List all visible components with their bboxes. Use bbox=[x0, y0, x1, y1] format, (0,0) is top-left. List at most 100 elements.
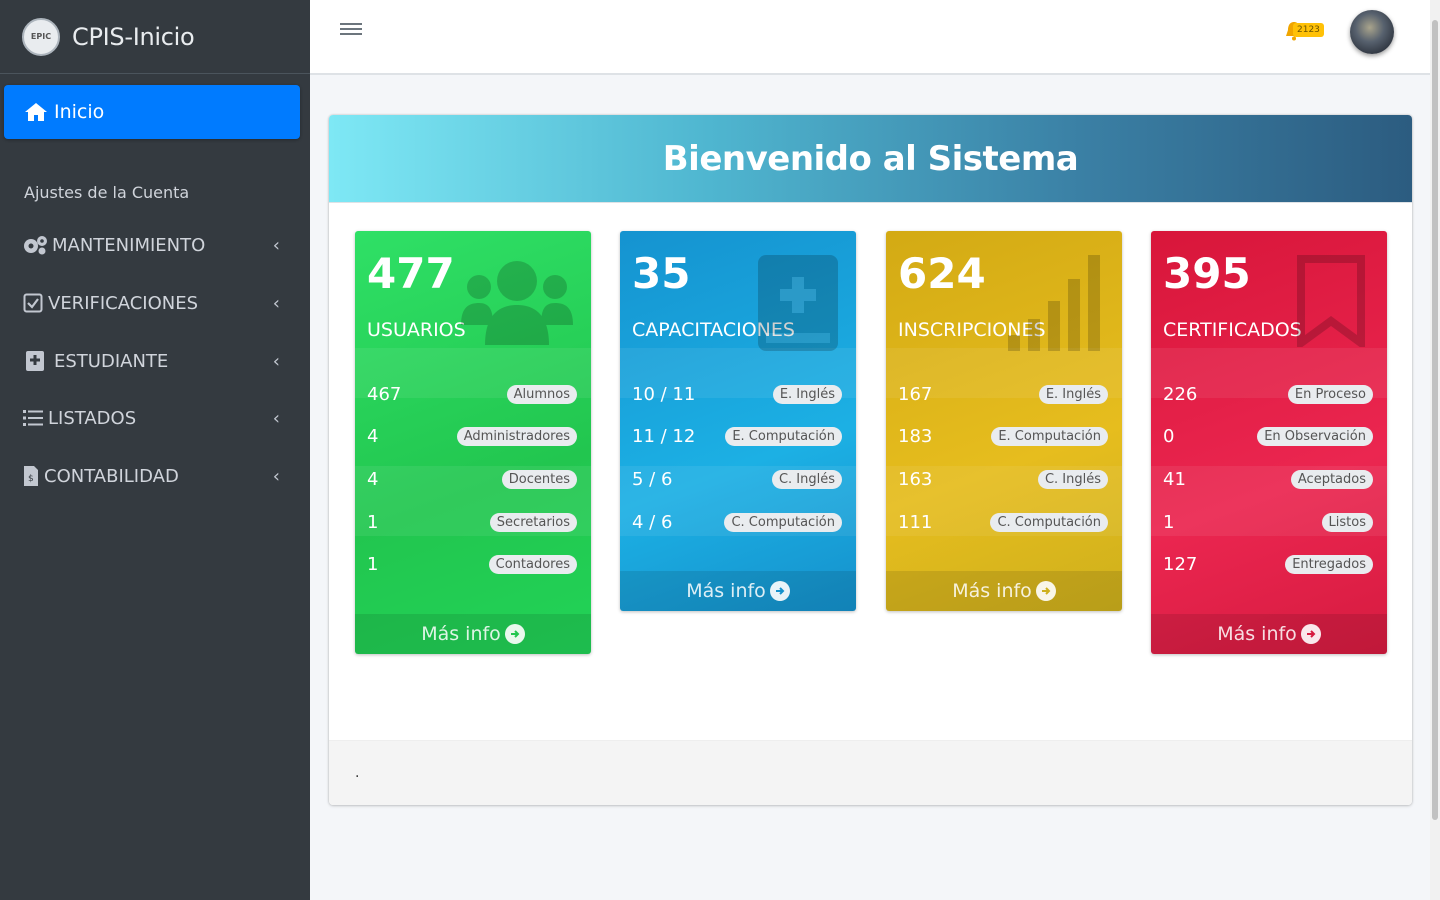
stat-row-value: 127 bbox=[1163, 553, 1198, 575]
stat-row: 226 En Proceso bbox=[1163, 381, 1373, 407]
stat-row: 127 Entregados bbox=[1163, 551, 1373, 577]
stat-row: 41 Aceptados bbox=[1163, 466, 1373, 492]
stat-row-value: 467 bbox=[367, 383, 402, 405]
arrow-circle-right-icon bbox=[1035, 581, 1056, 601]
stat-row-value: 163 bbox=[898, 468, 933, 490]
more-info-link[interactable]: Más info bbox=[620, 571, 856, 611]
sidebar-item-listados[interactable]: LISTADOS ‹ bbox=[22, 398, 292, 438]
stat-row-tag: Entregados bbox=[1285, 554, 1373, 574]
stat-box-usuarios: 477 USUARIOS 467 Alumnos 4 Administradores… bbox=[355, 231, 591, 654]
chevron-left-icon: ‹ bbox=[272, 234, 280, 256]
more-info-label: Más info bbox=[952, 580, 1032, 602]
stat-row: 11 / 12 E. Computación bbox=[632, 423, 842, 449]
more-info-label: Más info bbox=[686, 580, 766, 602]
stat-row: 467 Alumnos bbox=[367, 381, 577, 407]
stat-row: 163 C. Inglés bbox=[898, 466, 1108, 492]
stat-row: 5 / 6 C. Inglés bbox=[632, 466, 842, 492]
stat-count: 624 bbox=[898, 249, 986, 298]
stat-row-value: 1 bbox=[1163, 511, 1175, 533]
sidebar-item-label: VERIFICACIONES bbox=[48, 292, 199, 314]
stat-row: 167 E. Inglés bbox=[898, 381, 1108, 407]
brand-logo-text: EPIC bbox=[30, 32, 52, 41]
sidebar-item-estudiante[interactable]: ESTUDIANTE ‹ bbox=[22, 341, 292, 381]
more-info-link[interactable]: Más info bbox=[886, 571, 1122, 611]
brand-logo: EPIC bbox=[22, 17, 60, 56]
more-info-link[interactable]: Más info bbox=[1151, 614, 1387, 654]
notification-badge: 2123 bbox=[1293, 23, 1324, 37]
home-icon bbox=[25, 103, 47, 121]
card-header: Bienvenido al Sistema bbox=[329, 115, 1412, 203]
list-icon bbox=[22, 407, 44, 429]
file-invoice-icon: $ bbox=[22, 465, 40, 487]
stat-count: 35 bbox=[632, 249, 691, 298]
stat-box-capacitaciones: 35 CAPACITACIONES 10 / 11 E. Inglés 11 / … bbox=[620, 231, 856, 611]
stat-row: 1 Secretarios bbox=[367, 509, 577, 535]
more-info-link[interactable]: Más info bbox=[355, 614, 591, 654]
stat-row-value: 10 / 11 bbox=[632, 383, 696, 405]
stat-row-value: 0 bbox=[1163, 425, 1175, 447]
hamburger-menu-icon[interactable] bbox=[340, 20, 362, 40]
footer-text: . bbox=[355, 765, 360, 781]
sidebar-item-label: Inicio bbox=[54, 101, 105, 123]
stat-box-inscripciones: 624 INSCRIPCIONES 167 E. Inglés 183 E. Com… bbox=[886, 231, 1122, 611]
stat-count: 477 bbox=[367, 249, 455, 298]
sidebar-item-label: MANTENIMIENTO bbox=[52, 234, 206, 256]
stat-row: 1 Contadores bbox=[367, 551, 577, 577]
gears-icon bbox=[22, 234, 48, 256]
stat-label: CERTIFICADOS bbox=[1163, 319, 1302, 341]
stat-row-value: 183 bbox=[898, 425, 933, 447]
scrollbar-thumb[interactable] bbox=[1432, 20, 1438, 820]
stat-row-tag: E. Inglés bbox=[1038, 384, 1108, 404]
sidebar-item-verificaciones[interactable]: VERIFICACIONES ‹ bbox=[22, 283, 292, 323]
check-square-icon bbox=[22, 292, 44, 314]
chevron-left-icon: ‹ bbox=[272, 407, 280, 429]
svg-text:$: $ bbox=[28, 474, 34, 484]
stat-row-tag: Administradores bbox=[456, 426, 577, 446]
stat-label: USUARIOS bbox=[367, 319, 466, 341]
stat-row: 10 / 11 E. Inglés bbox=[632, 381, 842, 407]
sidebar-item-contabilidad[interactable]: $ CONTABILIDAD ‹ bbox=[22, 456, 292, 496]
brand-name: CPIS-Inicio bbox=[72, 22, 195, 51]
stat-row-value: 1 bbox=[367, 553, 379, 575]
stat-row: 1 Listos bbox=[1163, 509, 1373, 535]
chevron-left-icon: ‹ bbox=[272, 350, 280, 372]
chevron-left-icon: ‹ bbox=[272, 465, 280, 487]
stat-row-value: 1 bbox=[367, 511, 379, 533]
bookmark-icon bbox=[1297, 255, 1365, 347]
signal-icon bbox=[1008, 255, 1100, 351]
stat-row: 183 E. Computación bbox=[898, 423, 1108, 449]
stat-row: 111 C. Computación bbox=[898, 509, 1108, 535]
topbar: 2123 bbox=[310, 0, 1430, 75]
page-scrollbar[interactable] bbox=[1430, 0, 1440, 900]
stat-row-tag: Alumnos bbox=[506, 384, 577, 404]
stat-row-tag: Listos bbox=[1321, 512, 1373, 532]
stat-row-value: 5 / 6 bbox=[632, 468, 673, 490]
stat-row-tag: C. Inglés bbox=[771, 469, 842, 489]
chevron-left-icon: ‹ bbox=[272, 292, 280, 314]
stat-box-certificados: 395 CERTIFICADOS 226 En Proceso 0 En Obser… bbox=[1151, 231, 1387, 654]
stat-row-tag: C. Computación bbox=[990, 512, 1108, 532]
user-avatar[interactable] bbox=[1350, 10, 1394, 54]
sidebar-item-label: ESTUDIANTE bbox=[54, 350, 169, 372]
stat-row-tag: En Observación bbox=[1257, 426, 1373, 446]
stat-row: 4 / 6 C. Computación bbox=[632, 509, 842, 535]
stat-row-value: 226 bbox=[1163, 383, 1198, 405]
stat-row-tag: C. Computación bbox=[724, 512, 842, 532]
book-medical-icon bbox=[758, 255, 838, 351]
stat-count: 395 bbox=[1163, 249, 1251, 298]
sidebar-header: Ajustes de la Cuenta bbox=[24, 183, 190, 202]
arrow-circle-right-icon bbox=[1300, 624, 1321, 644]
stat-row-value: 4 / 6 bbox=[632, 511, 673, 533]
sidebar-item-label: LISTADOS bbox=[48, 407, 137, 429]
page-title: Bienvenido al Sistema bbox=[662, 138, 1079, 179]
sidebar-item-mantenimiento[interactable]: MANTENIMIENTO ‹ bbox=[22, 225, 292, 265]
stat-row-value: 41 bbox=[1163, 468, 1186, 490]
stat-row-tag: E. Inglés bbox=[772, 384, 842, 404]
sidebar-item-inicio[interactable]: Inicio bbox=[4, 85, 300, 139]
sidebar: EPIC CPIS-Inicio Inicio Ajustes de la Cu… bbox=[0, 0, 310, 900]
more-info-label: Más info bbox=[1217, 623, 1297, 645]
stat-row-tag: Docentes bbox=[501, 469, 577, 489]
arrow-circle-right-icon bbox=[769, 581, 790, 601]
stat-row-value: 4 bbox=[367, 468, 379, 490]
brand-link[interactable]: EPIC CPIS-Inicio bbox=[0, 0, 310, 74]
